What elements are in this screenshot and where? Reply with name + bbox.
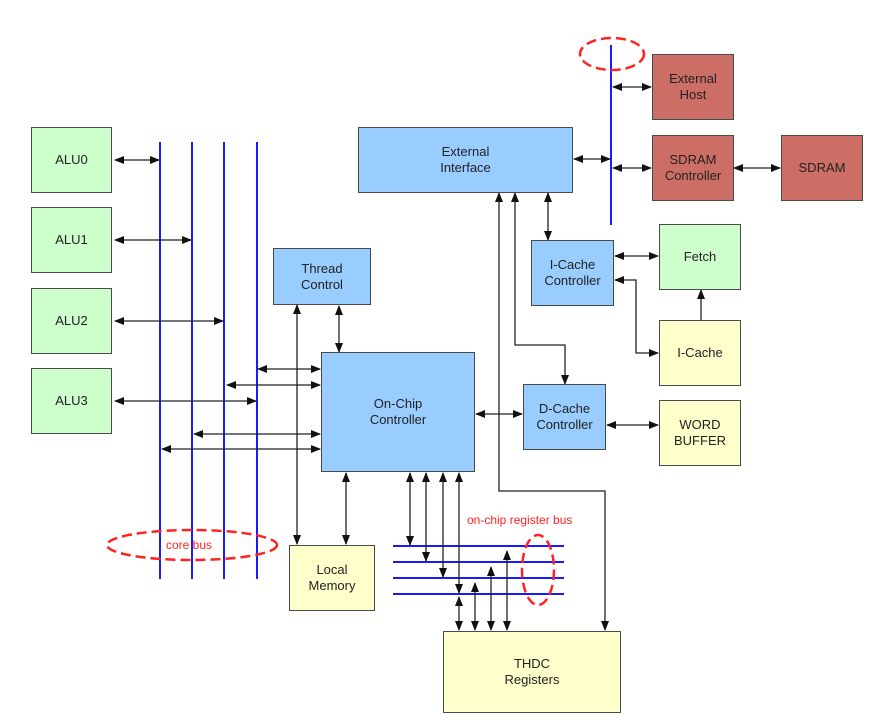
icache-label: I-Cache [677, 345, 723, 360]
alu1-block: ALU1 [31, 207, 112, 273]
word-buffer-block: WORD BUFFER [659, 400, 741, 466]
alu3-block: ALU3 [31, 368, 112, 434]
word-buffer-label: WORD BUFFER [674, 417, 726, 448]
icache-block: I-Cache [659, 320, 741, 386]
thread-control-label: Thread Control [301, 260, 343, 292]
local-memory-label: Local Memory [308, 562, 356, 593]
thdc-registers-label: THDC Registers [504, 656, 560, 687]
alu0-label: ALU0 [55, 152, 88, 167]
thdc-registers-block: THDC Registers [443, 631, 621, 713]
icache-controller-label: I-Cache Controller [544, 257, 601, 288]
sdram-controller-label: SDRAM Controller [664, 152, 722, 183]
local-memory-block: Local Memory [289, 545, 375, 611]
dcache-controller-label: D-Cache Controller [536, 401, 593, 432]
core-bus [159, 142, 258, 579]
alu2-label: ALU2 [55, 313, 88, 328]
external-host-block: External Host [652, 54, 734, 120]
external-host-label: External Host [669, 71, 717, 102]
alu0-block: ALU0 [31, 127, 112, 193]
sdram-label: SDRAM [798, 160, 846, 175]
fetch-label: Fetch [683, 249, 717, 264]
sdram-block: SDRAM [781, 135, 863, 201]
alu3-label: ALU3 [55, 393, 88, 408]
register-bus-label: on-chip register bus [467, 513, 573, 527]
onchip-controller-block: On-Chip Controller [321, 352, 475, 472]
thread-control-block: Thread Control [273, 248, 371, 305]
dcache-controller-block: D-Cache Controller [523, 384, 606, 450]
external-interface-block: External Interface [358, 127, 573, 193]
fetch-block: Fetch [659, 224, 741, 290]
register-bus [393, 545, 564, 595]
alu1-label: ALU1 [55, 232, 88, 247]
icache-controller-block: I-Cache Controller [531, 240, 614, 306]
sdram-controller-block: SDRAM Controller [652, 135, 734, 201]
alu2-block: ALU2 [31, 288, 112, 354]
core-bus-label: core bus [166, 538, 213, 552]
icachectl-icache-arrow [614, 276, 659, 357]
onchip-controller-label: On-Chip Controller [369, 396, 427, 427]
external-interface-label: External Interface [440, 144, 491, 175]
